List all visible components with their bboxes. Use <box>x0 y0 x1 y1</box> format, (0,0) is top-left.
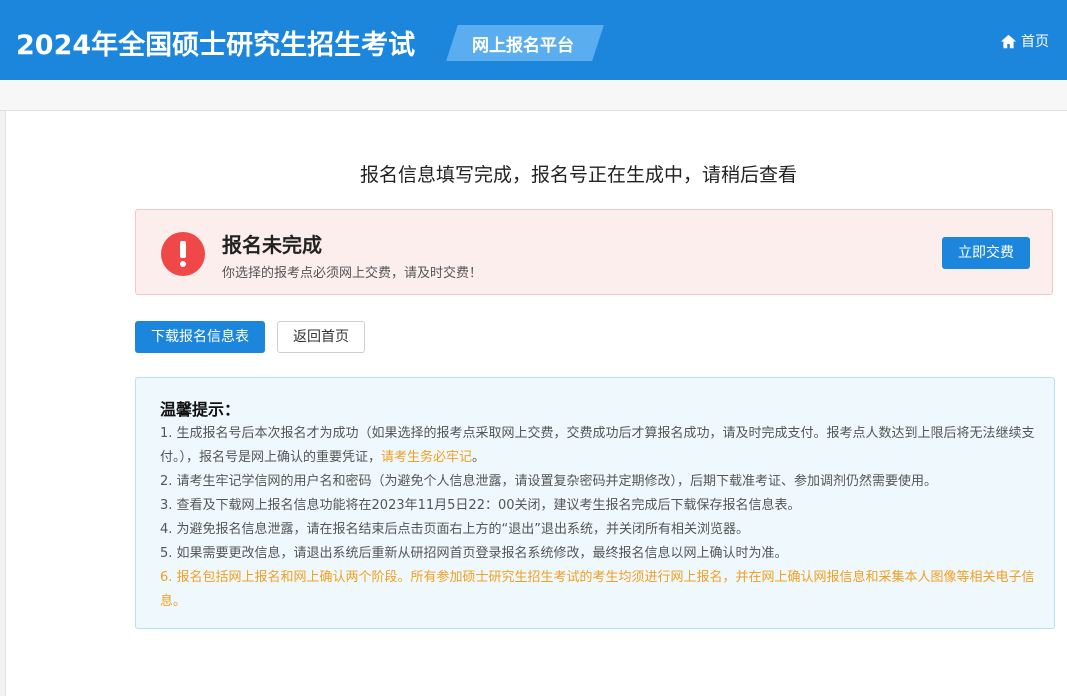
home-link[interactable]: 首页 <box>1000 31 1049 51</box>
home-link-label: 首页 <box>1021 34 1049 50</box>
sub-header-strip <box>0 80 1067 111</box>
platform-badge: 网上报名平台 <box>472 36 574 56</box>
top-header: 2024年全国硕士研究生招生考试 网上报名平台 首页 <box>0 0 1067 80</box>
tip-item-3: 3. 查看及下载网上报名信息功能将在2023年11月5日22：00关闭，建议考生… <box>160 498 801 513</box>
tip-item-1: 1. 生成报名号后本次报名才为成功（如果选择的报考点采取网上交费，交费成功后才算… <box>160 426 1035 465</box>
payment-alert: 报名未完成 你选择的报考点必须网上交费，请及时交费！ 立即交费 <box>135 209 1053 295</box>
alert-title: 报名未完成 <box>222 233 322 257</box>
tips-panel: 温馨提示： 1. 生成报名号后本次报名才为成功（如果选择的报考点采取网上交费，交… <box>135 377 1055 629</box>
status-headline: 报名信息填写完成，报名号正在生成中，请稍后查看 <box>360 164 798 186</box>
tip-item-5: 5. 如果需要更改信息，请退出系统后重新从研招网首页登录报名系统修改，最终报名信… <box>160 546 788 561</box>
alert-description: 你选择的报考点必须网上交费，请及时交费！ <box>222 266 483 281</box>
tip-item-2: 2. 请考生牢记学信网的用户名和密码（为避免个人信息泄露，请设置复杂密码并定期修… <box>160 474 938 489</box>
exam-title: 2024年全国硕士研究生招生考试 <box>16 30 416 61</box>
pay-now-button[interactable]: 立即交费 <box>942 237 1030 269</box>
back-home-button[interactable]: 返回首页 <box>277 321 365 353</box>
home-icon <box>1000 34 1017 48</box>
tip-item-6: 6. 报名包括网上报名和网上确认两个阶段。所有参加硕士研究生招生考试的考生均须进… <box>160 570 1035 609</box>
tip-highlight: 请考生务必牢记 <box>381 450 473 465</box>
exclamation-circle-icon <box>161 232 205 276</box>
tips-list: 1. 生成报名号后本次报名才为成功（如果选择的报考点采取网上交费，交费成功后才算… <box>160 422 1040 614</box>
download-form-button[interactable]: 下载报名信息表 <box>135 321 265 353</box>
tips-title: 温馨提示： <box>160 400 241 419</box>
tip-item-4: 4. 为避免报名信息泄露，请在报名结束后点击页面右上方的“退出”退出系统，并关闭… <box>160 522 750 537</box>
